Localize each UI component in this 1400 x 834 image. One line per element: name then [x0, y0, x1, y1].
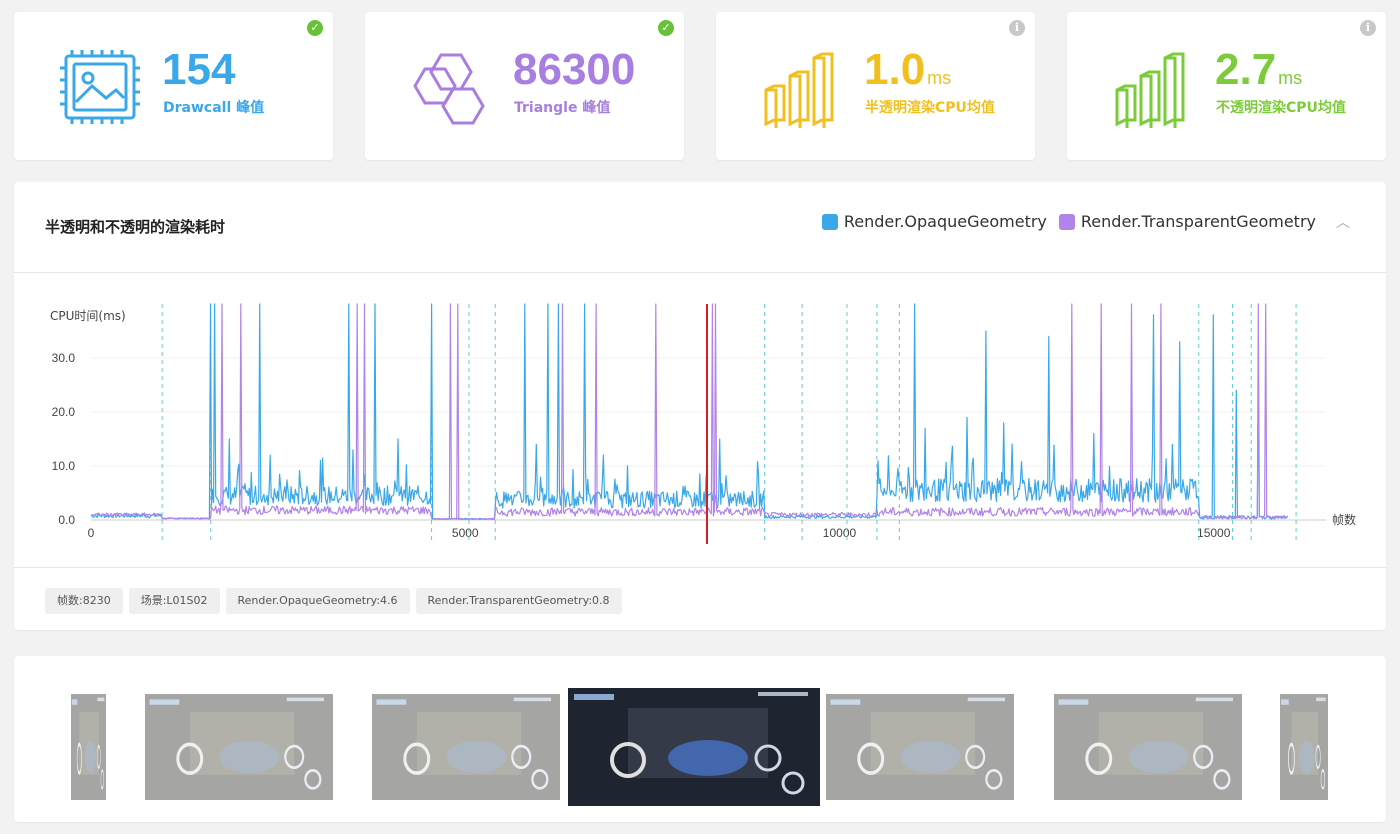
tag-scene: 场景:L01S02 [128, 588, 220, 614]
check-icon: ✓ [307, 20, 323, 36]
tag-transparent: Render.TransparentGeometry:0.8 [415, 588, 622, 614]
triangle-card: 86300 Triangle 峰值 ✓ [365, 12, 684, 160]
legend-swatch [1058, 213, 1075, 230]
y-tick-label: 30.0 [52, 351, 76, 365]
transparent-cpu-label: 半透明渲染CPU均值 [865, 100, 995, 116]
triangle-label: Triangle 峰值 [514, 100, 611, 116]
tag-frame: 帧数:8230 [45, 588, 123, 614]
x-tick-label: 10000 [823, 526, 857, 540]
game-scene-thumbnail [1280, 694, 1328, 800]
opaque-cpu-value: 2.7 ms [1215, 45, 1303, 94]
transparent-cpu-value: 1.0 ms [864, 45, 952, 94]
x-tick-label: 0 [88, 526, 95, 540]
opaque-cpu-card: 2.7 ms 不透明渲染CPU均值 i [1067, 12, 1386, 160]
render-time-line-chart[interactable]: 0.0 10.0 20.0 30.0 CPU时间(ms) 0 5000 10000 15000 帧… [14, 274, 1386, 566]
y-tick-label: 0.0 [58, 513, 75, 527]
divider [14, 567, 1386, 568]
bar-graph-icon [1115, 52, 1185, 128]
chart-legend: Render.OpaqueGeometry Render.Transparent… [821, 212, 1316, 231]
game-scene-thumbnail [826, 694, 1014, 800]
image-chip-icon [60, 50, 140, 124]
drawcall-card: 154 Drawcall 峰值 ✓ [14, 12, 333, 160]
frame-info-tags: 帧数:8230 场景:L01S02 Render.OpaqueGeometry:… [45, 588, 622, 614]
game-scene-thumbnail [372, 694, 560, 800]
divider [14, 272, 1386, 273]
x-axis-label: 帧数 [1332, 512, 1356, 527]
game-scene-thumbnail [568, 688, 820, 806]
hexagon-cluster-icon [413, 53, 485, 125]
drawcall-label: Drawcall 峰值 [163, 100, 265, 116]
transparent-cpu-card: 1.0 ms 半透明渲染CPU均值 i [716, 12, 1035, 160]
game-scene-thumbnail [145, 694, 333, 800]
game-scene-thumbnail [1054, 694, 1242, 800]
opaque-cpu-label: 不透明渲染CPU均值 [1216, 100, 1346, 116]
screenshot-strip [14, 656, 1386, 822]
y-tick-label: 20.0 [52, 405, 76, 419]
screenshot-2[interactable] [145, 694, 333, 800]
tag-opaque: Render.OpaqueGeometry:4.6 [225, 588, 410, 614]
info-icon[interactable]: i [1009, 20, 1025, 36]
screenshot-1[interactable] [71, 694, 106, 800]
legend-item-opaque[interactable]: Render.OpaqueGeometry [821, 212, 1047, 231]
drawcall-value: 154 [162, 45, 236, 94]
info-icon[interactable]: i [1360, 20, 1376, 36]
screenshot-4[interactable] [568, 688, 820, 806]
y-axis-label: CPU时间(ms) [50, 309, 126, 323]
render-time-chart-card: 半透明和不透明的渲染耗时 Render.OpaqueGeometry Rende… [14, 182, 1386, 630]
screenshot-7[interactable] [1280, 694, 1328, 800]
bar-graph-icon [764, 52, 834, 128]
legend-label: Render.OpaqueGeometry [843, 212, 1047, 231]
check-icon: ✓ [658, 20, 674, 36]
legend-label: Render.TransparentGeometry [1080, 212, 1316, 231]
chart-title: 半透明和不透明的渲染耗时 [45, 218, 226, 236]
legend-item-transparent[interactable]: Render.TransparentGeometry [1058, 212, 1316, 231]
x-tick-label: 15000 [1197, 526, 1231, 540]
legend-swatch [821, 213, 838, 230]
game-scene-thumbnail [71, 694, 106, 800]
screenshot-5[interactable] [826, 694, 1014, 800]
collapse-chevron-icon[interactable]: ︿ [1336, 212, 1350, 232]
triangle-value: 86300 [513, 45, 636, 94]
screenshot-3[interactable] [372, 694, 560, 800]
y-tick-label: 10.0 [52, 459, 76, 473]
screenshot-6[interactable] [1054, 694, 1242, 800]
x-tick-label: 5000 [452, 526, 479, 540]
